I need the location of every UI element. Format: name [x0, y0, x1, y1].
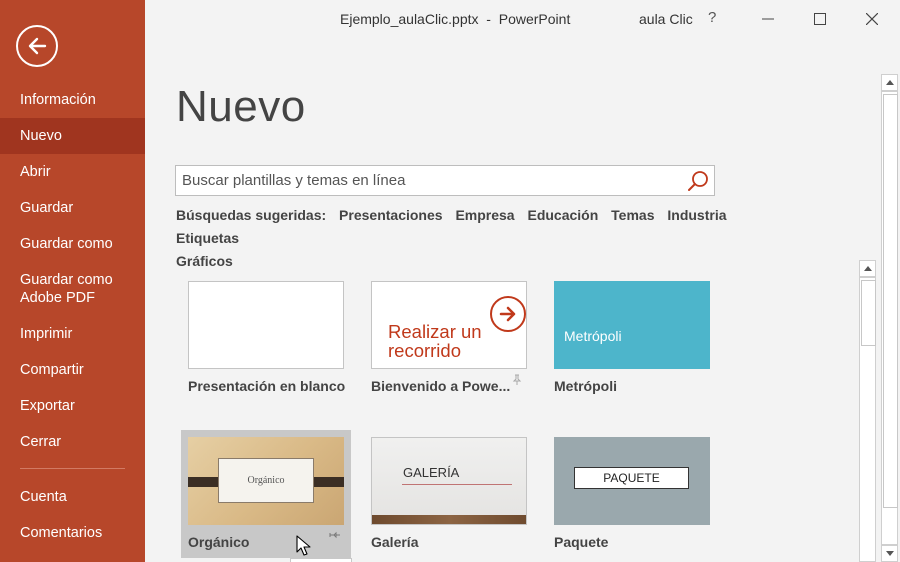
sidebar-item-imprimir[interactable]: Imprimir [0, 316, 145, 352]
metro-thumb-text: Metrópoli [564, 328, 622, 344]
template-thumbnail [188, 281, 344, 369]
templates-scrollbar[interactable] [859, 260, 876, 562]
sidebar-item-comentarios[interactable]: Comentarios [0, 515, 145, 551]
organic-card: Orgánico [218, 458, 314, 503]
tour-thumb-text: Realizar un recorrido [388, 321, 482, 361]
sidebar-item-cerrar[interactable]: Cerrar [0, 424, 145, 460]
template-metropoli[interactable]: Metrópoli Metrópoli [547, 274, 717, 402]
scroll-up-button[interactable] [859, 260, 876, 277]
template-thumbnail: Orgánico [188, 437, 344, 525]
suggested-link-presentaciones[interactable]: Presentaciones [339, 207, 443, 223]
sidebar-item-informacion[interactable]: Información [0, 82, 145, 118]
sidebar-nav: Información Nuevo Abrir Guardar Guardar … [0, 82, 145, 551]
sidebar-item-cuenta[interactable]: Cuenta [0, 479, 145, 515]
mouse-cursor-icon [296, 535, 312, 562]
suggested-searches: Búsquedas sugeridas: Presentaciones Empr… [176, 204, 796, 273]
template-thumbnail: GALERÍA [371, 437, 527, 525]
back-button[interactable] [16, 25, 58, 67]
search-icon [688, 170, 708, 191]
gallery-underline [402, 484, 512, 485]
close-icon [866, 13, 878, 25]
user-name[interactable]: aula Clic [639, 11, 693, 27]
close-button[interactable] [861, 8, 883, 30]
template-galeria[interactable]: GALERÍA Galería [364, 430, 534, 558]
scroll-track[interactable] [881, 91, 898, 545]
maximize-button[interactable] [809, 8, 831, 30]
title-bar: Ejemplo_aulaClic.pptx - PowerPoint aula … [145, 0, 900, 38]
template-search [175, 165, 715, 196]
sidebar-item-guardar-como-pdf[interactable]: Guardar como Adobe PDF [0, 262, 145, 316]
template-label: Presentación en blanco [188, 378, 346, 394]
sidebar-item-guardar[interactable]: Guardar [0, 190, 145, 226]
scroll-track[interactable] [859, 277, 876, 562]
template-paquete[interactable]: PAQUETE Paquete [547, 430, 717, 558]
scroll-thumb[interactable] [883, 94, 898, 508]
sidebar-item-guardar-como[interactable]: Guardar como [0, 226, 145, 262]
gallery-floor [372, 515, 526, 524]
search-input[interactable] [176, 166, 676, 195]
triangle-up-icon [863, 266, 872, 271]
suggested-link-temas[interactable]: Temas [611, 207, 654, 223]
sidebar-item-abrir[interactable]: Abrir [0, 154, 145, 190]
backstage-sidebar: Información Nuevo Abrir Guardar Guardar … [0, 0, 145, 562]
suggested-link-etiquetas[interactable]: Etiquetas [176, 230, 239, 246]
triangle-down-icon [885, 551, 894, 556]
sidebar-item-nuevo[interactable]: Nuevo [0, 118, 145, 154]
suggested-label: Búsquedas sugeridas: [176, 207, 327, 223]
scroll-up-button[interactable] [881, 74, 898, 91]
pin-icon[interactable] [512, 374, 522, 389]
page-title: Nuevo [176, 82, 306, 131]
package-thumb-text: PAQUETE [574, 467, 689, 489]
arrow-left-icon [28, 37, 47, 55]
help-button[interactable]: ? [708, 9, 716, 26]
gallery-thumb-text: GALERÍA [403, 465, 460, 480]
template-label: Galería [371, 534, 419, 550]
template-thumbnail: PAQUETE [554, 437, 710, 525]
page-scrollbar[interactable] [881, 74, 898, 562]
suggested-link-graficos[interactable]: Gráficos [176, 253, 233, 269]
template-organico[interactable]: Orgánico Orgánico [181, 430, 351, 558]
suggested-link-industria[interactable]: Industria [667, 207, 726, 223]
template-label: Bienvenido a Powe... [371, 378, 511, 394]
suggested-link-educacion[interactable]: Educación [527, 207, 598, 223]
template-thumbnail: Metrópoli [554, 281, 710, 369]
sidebar-item-compartir[interactable]: Compartir [0, 352, 145, 388]
sidebar-divider [20, 468, 125, 469]
template-label: Metrópoli [554, 378, 617, 394]
arrow-right-icon [490, 296, 526, 332]
scroll-thumb[interactable] [861, 280, 876, 346]
template-label: Orgánico [188, 534, 250, 550]
minimize-icon [762, 18, 774, 20]
scroll-down-button[interactable] [881, 545, 898, 562]
suggested-link-empresa[interactable]: Empresa [455, 207, 514, 223]
template-blank[interactable]: Presentación en blanco [181, 274, 351, 402]
template-thumbnail: Realizar un recorrido [371, 281, 527, 369]
template-label: Paquete [554, 534, 609, 550]
maximize-icon [814, 13, 826, 25]
search-button[interactable] [684, 167, 712, 194]
document-title: Ejemplo_aulaClic.pptx - PowerPoint [340, 11, 571, 27]
minimize-button[interactable] [757, 8, 779, 30]
triangle-up-icon [885, 80, 894, 85]
sidebar-item-exportar[interactable]: Exportar [0, 388, 145, 424]
pin-icon[interactable] [329, 530, 341, 543]
template-tour[interactable]: Realizar un recorrido Bienvenido a Powe.… [364, 274, 534, 402]
